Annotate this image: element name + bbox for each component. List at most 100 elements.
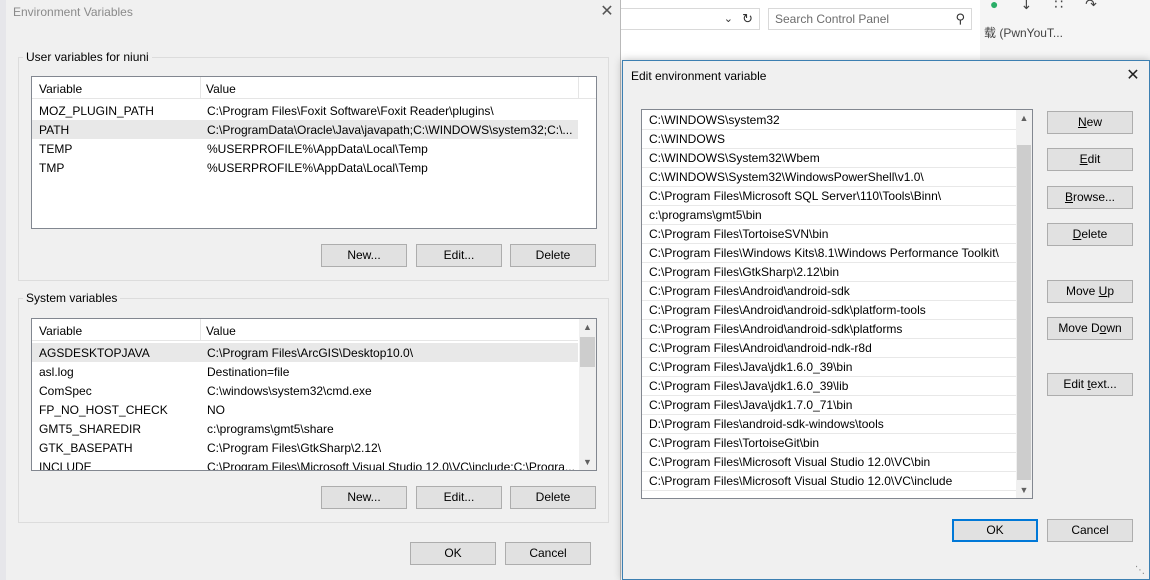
table-row[interactable]: TEMP %USERPROFILE%\AppData\Local\Temp (32, 139, 596, 158)
user-new-button[interactable]: New... (321, 244, 407, 267)
list-item[interactable]: C:\Program Files\Android\android-sdk (642, 282, 1016, 301)
variable-cell: TMP (39, 161, 65, 175)
chevron-down-icon[interactable]: ⌄ (724, 12, 733, 25)
scrollbar-thumb[interactable] (1017, 145, 1031, 480)
table-row-selected[interactable]: PATH C:\ProgramData\Oracle\Java\javapath… (32, 120, 578, 139)
search-icon[interactable]: ⚲ (955, 11, 965, 27)
scroll-down-icon[interactable]: ▼ (579, 454, 596, 470)
browse-button[interactable]: Browse... (1047, 186, 1133, 209)
table-row[interactable]: INCLUDE C:\Program Files\Microsoft Visua… (32, 457, 578, 471)
variable-cell: AGSDESKTOPJAVA (39, 346, 150, 360)
dialog-title: Edit environment variable (631, 69, 767, 83)
cancel-button[interactable]: Cancel (1047, 519, 1133, 542)
column-header-value[interactable]: Value (206, 324, 236, 338)
value-cell: Destination=file (207, 365, 290, 379)
variable-cell: INCLUDE (39, 460, 92, 471)
table-row[interactable]: MOZ_PLUGIN_PATH C:\Program Files\Foxit S… (32, 101, 596, 120)
list-item[interactable]: C:\Program Files\TortoiseGit\bin (642, 434, 1016, 453)
ok-button[interactable]: OK (410, 542, 496, 565)
delete-button[interactable]: Delete (1047, 223, 1133, 246)
list-item[interactable]: C:\Program Files\Java\jdk1.7.0_71\bin (642, 396, 1016, 415)
scroll-up-icon[interactable]: ▲ (1016, 110, 1032, 126)
new-button[interactable]: New (1047, 111, 1133, 134)
value-cell: C:\ProgramData\Oracle\Java\javapath;C:\W… (207, 123, 573, 137)
path-entry: D:\Program Files\android-sdk-windows\too… (649, 417, 884, 431)
list-item[interactable]: D:\Program Files\android-sdk-windows\too… (642, 415, 1016, 434)
path-entry: C:\Program Files\TortoiseSVN\bin (649, 227, 829, 241)
cancel-button[interactable]: Cancel (505, 542, 591, 565)
system-delete-button[interactable]: Delete (510, 486, 596, 509)
label: rowse... (1073, 190, 1116, 204)
address-bar[interactable]: ⌄ ↻ (620, 8, 760, 30)
path-entry: C:\WINDOWS\System32\Wbem (649, 151, 820, 165)
refresh-icon[interactable]: ↷ (1085, 0, 1119, 12)
value-cell: C:\Program Files\GtkSharp\2.12\ (207, 441, 382, 455)
path-entry: C:\Program Files\Windows Kits\8.1\Window… (649, 246, 999, 260)
list-item[interactable]: C:\Program Files\Java\jdk1.6.0_39\bin (642, 358, 1016, 377)
wechat-icon[interactable]: ● (990, 0, 1020, 12)
list-item[interactable]: C:\Program Files\GtkSharp\2.12\bin (642, 263, 1016, 282)
list-item[interactable]: C:\WINDOWS\System32\Wbem (642, 149, 1016, 168)
table-row[interactable]: FP_NO_HOST_CHECK NO (32, 400, 578, 419)
column-header-variable[interactable]: Variable (39, 82, 82, 96)
table-row[interactable]: ComSpec C:\windows\system32\cmd.exe (32, 381, 578, 400)
path-entry: C:\Program Files\Android\android-sdk\pla… (649, 322, 903, 336)
label: ext... (1090, 377, 1117, 391)
list-item[interactable]: C:\Program Files\Microsoft SQL Server\11… (642, 187, 1016, 206)
scroll-down-icon[interactable]: ▼ (1016, 482, 1032, 498)
list-item[interactable]: C:\Program Files\TortoiseSVN\bin (642, 225, 1016, 244)
list-item[interactable]: c:\programs\gmt5\bin (642, 206, 1016, 225)
list-item[interactable]: C:\Program Files\Microsoft Visual Studio… (642, 472, 1016, 491)
column-header-variable[interactable]: Variable (39, 324, 82, 338)
list-item[interactable]: C:\WINDOWS\System32\WindowsPowerShell\v1… (642, 168, 1016, 187)
list-header: Variable Value (32, 77, 596, 99)
vertical-scrollbar[interactable]: ▲ ▼ (579, 319, 596, 470)
list-item[interactable]: C:\Program Files\Windows Kits\8.1\Window… (642, 244, 1016, 263)
value-cell: %USERPROFILE%\AppData\Local\Temp (207, 161, 428, 175)
label: ew (1086, 115, 1102, 129)
table-row[interactable]: GMT5_SHAREDIR c:\programs\gmt5\share (32, 419, 578, 438)
scroll-up-icon[interactable]: ▲ (579, 319, 596, 335)
download-icon[interactable]: ↧ (1020, 0, 1054, 12)
path-entry: C:\WINDOWS\System32\WindowsPowerShell\v1… (649, 170, 924, 184)
system-edit-button[interactable]: Edit... (416, 486, 502, 509)
path-entry: C:\Program Files\Android\android-sdk (649, 284, 850, 298)
value-cell: C:\Program Files\ArcGIS\Desktop10.0\ (207, 346, 414, 360)
list-item[interactable]: C:\Program Files\Android\android-sdk\pla… (642, 301, 1016, 320)
ok-button[interactable]: OK (952, 519, 1038, 542)
edit-button[interactable]: Edit (1047, 148, 1133, 171)
column-header-value[interactable]: Value (206, 82, 236, 96)
list-item[interactable]: C:\WINDOWS (642, 130, 1016, 149)
path-entries-list[interactable]: C:\WINDOWS\system32 C:\WINDOWS C:\WINDOW… (641, 109, 1033, 499)
system-variables-list[interactable]: Variable Value AGSDESKTOPJAVA C:\Program… (31, 318, 597, 471)
move-down-button[interactable]: Move Down (1047, 317, 1133, 340)
list-item[interactable]: C:\Program Files\Microsoft Visual Studio… (642, 453, 1016, 472)
user-delete-button[interactable]: Delete (510, 244, 596, 267)
list-item[interactable]: C:\Program Files\Android\android-ndk-r8d (642, 339, 1016, 358)
vertical-scrollbar[interactable]: ▲ ▼ (1016, 110, 1032, 498)
list-item[interactable]: C:\Program Files\Android\android-sdk\pla… (642, 320, 1016, 339)
close-icon[interactable]: ✕ (596, 1, 618, 23)
network-icon[interactable]: ∷ (1054, 0, 1085, 12)
user-variables-list[interactable]: Variable Value MOZ_PLUGIN_PATH C:\Progra… (31, 76, 597, 229)
variable-cell: PATH (39, 123, 70, 137)
table-row[interactable]: GTK_BASEPATH C:\Program Files\GtkSharp\2… (32, 438, 578, 457)
scrollbar-thumb[interactable] (580, 337, 595, 367)
table-row[interactable]: TMP %USERPROFILE%\AppData\Local\Temp (32, 158, 596, 177)
resize-grip-icon[interactable]: ⋱ (1135, 565, 1145, 576)
search-input[interactable]: Search Control Panel ⚲ (768, 8, 972, 30)
close-icon[interactable]: ✕ (1121, 64, 1145, 88)
table-row[interactable]: asl.log Destination=file (32, 362, 578, 381)
toolbar-icons[interactable]: ●↧∷↷ (990, 0, 1119, 13)
table-row-selected[interactable]: AGSDESKTOPJAVA C:\Program Files\ArcGIS\D… (32, 343, 578, 362)
system-new-button[interactable]: New... (321, 486, 407, 509)
list-item[interactable]: C:\Program Files\Java\jdk1.6.0_39\lib (642, 377, 1016, 396)
edit-text-button[interactable]: Edit text... (1047, 373, 1133, 396)
label: elete (1081, 227, 1108, 241)
user-edit-button[interactable]: Edit... (416, 244, 502, 267)
variable-cell: TEMP (39, 142, 73, 156)
list-item[interactable]: C:\WINDOWS\system32 (642, 111, 1016, 130)
refresh-icon[interactable]: ↻ (742, 11, 753, 27)
mnemonic: B (1064, 190, 1073, 204)
move-up-button[interactable]: Move Up (1047, 280, 1133, 303)
